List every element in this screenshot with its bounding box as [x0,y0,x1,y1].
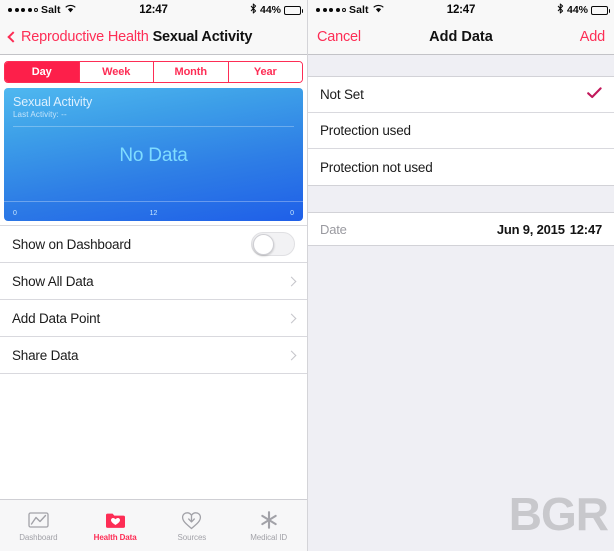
tab-label: Sources [177,533,207,542]
time-range-segmented-control[interactable]: Day Week Month Year [4,61,303,83]
chevron-right-icon [286,276,297,286]
tab-label: Dashboard [19,533,58,542]
tab-medical-id[interactable]: Medical ID [230,500,307,551]
show-on-dashboard-toggle[interactable] [251,232,295,256]
segment-year[interactable]: Year [228,62,302,82]
section-gap-middle [308,186,614,212]
left-phone-screen: Salt 12:47 44% Reproductive Health Sexua… [0,0,307,551]
battery-percent-label: 44% [259,4,281,16]
bluetooth-icon [250,3,257,17]
cancel-button[interactable]: Cancel [317,29,361,45]
row-show-on-dashboard[interactable]: Show on Dashboard [0,226,307,263]
row-label: Share Data [12,347,79,363]
chart-empty-message: No Data [119,145,188,166]
toggle-knob [253,234,274,255]
tab-dashboard[interactable]: Dashboard [0,500,77,551]
row-label: Show All Data [12,273,94,289]
page-title: Sexual Activity [152,29,253,45]
chart-tick-start: 0 [13,210,17,217]
section-gap-top [308,55,614,76]
bluetooth-icon [557,3,564,17]
chevron-right-icon [286,350,297,360]
tab-bar: Dashboard Health Data Sources Medical ID [0,499,307,551]
dual-screenshot-container: Salt 12:47 44% Reproductive Health Sexua… [0,0,614,551]
activity-chart-card: Sexual Activity Last Activity: -- No Dat… [4,88,303,221]
chart-tick-end: 0 [290,210,294,217]
health-data-folder-heart-icon [105,509,126,531]
settings-list: Show on Dashboard Show All Data Add Data… [0,225,307,374]
battery-icon [591,5,610,15]
carrier-label: Salt [41,4,61,16]
status-bar-right-group: 44% [557,3,610,17]
option-not-set[interactable]: Not Set [308,77,614,113]
status-bar-right: Salt 12:47 44% [308,0,614,20]
chevron-right-icon [286,313,297,323]
row-label: Show on Dashboard [12,236,131,252]
wifi-icon [372,4,384,16]
date-row[interactable]: Date Jun 9, 2015 12:47 [308,212,614,246]
back-button[interactable]: Reproductive Health [7,29,149,45]
status-bar-carrier-group: Salt [8,4,76,16]
segment-month[interactable]: Month [154,62,229,82]
chart-subtitle: Last Activity: -- [13,110,67,119]
checkmark-icon [587,86,602,104]
row-show-all-data[interactable]: Show All Data [0,263,307,300]
battery-percent-label: 44% [566,4,588,16]
right-phone-screen: Salt 12:47 44% Cancel Add Data Add Not S… [307,0,614,551]
status-bar-carrier-group: Salt [316,4,384,16]
chart-title: Sexual Activity [13,95,93,109]
chart-axis-ticks: 0 12 0 [4,210,303,217]
date-label: Date [320,221,347,237]
protection-options-list: Not Set Protection used Protection not u… [308,76,614,186]
sources-download-heart-icon [181,509,202,531]
chevron-left-icon [7,31,19,43]
row-label: Add Data Point [12,310,101,326]
signal-strength-icon [316,8,346,12]
option-label: Protection not used [320,159,433,175]
tab-label: Medical ID [250,533,288,542]
signal-strength-icon [8,8,38,12]
status-bar-left: Salt 12:47 44% [0,0,307,20]
dashboard-chart-icon [28,509,49,531]
segment-day[interactable]: Day [5,62,80,82]
option-protection-used[interactable]: Protection used [308,113,614,149]
segment-week[interactable]: Week [79,62,154,82]
status-bar-right-group: 44% [250,3,303,17]
option-label: Protection used [320,123,411,138]
wifi-icon [64,4,76,16]
row-share-data[interactable]: Share Data [0,337,307,374]
chart-axis-line [4,201,303,202]
chart-divider [13,126,294,127]
tab-sources[interactable]: Sources [154,500,231,551]
row-add-data-point[interactable]: Add Data Point [0,300,307,337]
date-value: Jun 9, 2015 12:47 [497,222,602,237]
nav-bar-left: Reproductive Health Sexual Activity [0,20,307,55]
date-value-date: Jun 9, 2015 [496,221,565,237]
medical-id-star-of-life-icon [259,509,279,531]
carrier-label: Salt [349,4,369,16]
battery-icon [284,5,303,15]
back-button-label: Reproductive Health [21,29,149,45]
chart-tick-mid: 12 [149,210,158,217]
bgr-watermark: BGR [508,488,609,540]
tab-health-data[interactable]: Health Data [77,500,154,551]
option-label: Not Set [320,87,364,102]
nav-bar-right: Cancel Add Data Add [308,20,614,55]
tab-label: Health Data [93,533,137,542]
date-value-time: 12:47 [569,221,602,237]
option-protection-not-used[interactable]: Protection not used [308,149,614,185]
add-button[interactable]: Add [580,29,605,45]
